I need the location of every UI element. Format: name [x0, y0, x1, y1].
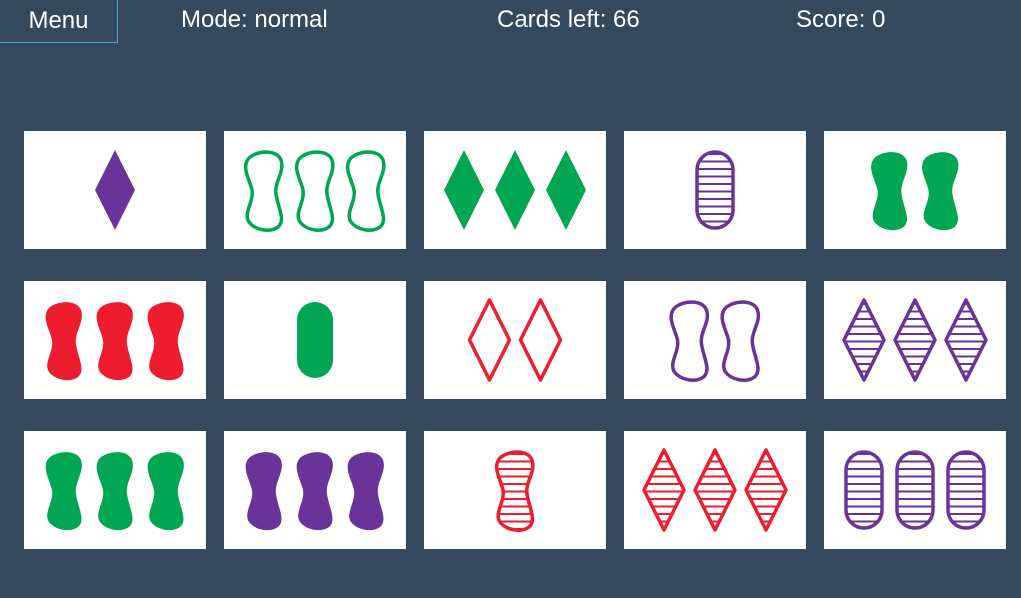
squiggle-icon [347, 452, 384, 531]
card[interactable] [624, 281, 806, 399]
card-board [0, 0, 1021, 598]
squiggle-icon [96, 302, 133, 381]
squiggle-icon [96, 452, 133, 531]
card[interactable] [824, 431, 1006, 549]
diamond-icon [546, 150, 586, 230]
diamond-icon [642, 448, 686, 532]
oval-icon [695, 150, 735, 230]
card[interactable] [624, 431, 806, 549]
card[interactable] [424, 281, 606, 399]
oval-icon [895, 450, 935, 530]
diamond-icon [518, 298, 563, 382]
card[interactable] [424, 131, 606, 249]
card[interactable] [824, 281, 1006, 399]
diamond-icon [842, 298, 886, 382]
squiggle-icon [45, 452, 82, 531]
diamond-icon [444, 150, 484, 230]
squiggle-icon [294, 150, 335, 232]
squiggle-icon [494, 450, 535, 532]
card[interactable] [224, 131, 406, 249]
oval-icon [297, 302, 333, 378]
squiggle-icon [245, 452, 282, 531]
squiggle-icon [243, 150, 284, 232]
cards-left-label: Cards left: 66 [497, 6, 640, 33]
menu-button[interactable]: Menu [0, 0, 118, 43]
diamond-icon [944, 298, 988, 382]
card[interactable] [24, 431, 206, 549]
squiggle-icon [147, 302, 184, 381]
card[interactable] [24, 281, 206, 399]
card[interactable] [224, 431, 406, 549]
squiggle-icon [147, 452, 184, 531]
diamond-icon [893, 298, 937, 382]
oval-icon [946, 450, 986, 530]
diamond-icon [744, 448, 788, 532]
score-label: Score: 0 [796, 6, 886, 33]
card[interactable] [424, 431, 606, 549]
squiggle-icon [922, 152, 959, 231]
squiggle-icon [720, 300, 761, 382]
squiggle-icon [296, 452, 333, 531]
diamond-icon [693, 448, 737, 532]
card[interactable] [24, 131, 206, 249]
squiggle-icon [45, 302, 82, 381]
oval-icon [844, 450, 884, 530]
top-bar: Menu Mode: normal Cards left: 66 Score: … [0, 0, 1021, 44]
squiggle-icon [669, 300, 710, 382]
card[interactable] [624, 131, 806, 249]
diamond-icon [95, 150, 135, 230]
card[interactable] [824, 131, 1006, 249]
mode-label: Mode: normal [181, 6, 328, 33]
card[interactable] [224, 281, 406, 399]
diamond-icon [467, 298, 512, 382]
squiggle-icon [345, 150, 386, 232]
diamond-icon [495, 150, 535, 230]
squiggle-icon [871, 152, 908, 231]
